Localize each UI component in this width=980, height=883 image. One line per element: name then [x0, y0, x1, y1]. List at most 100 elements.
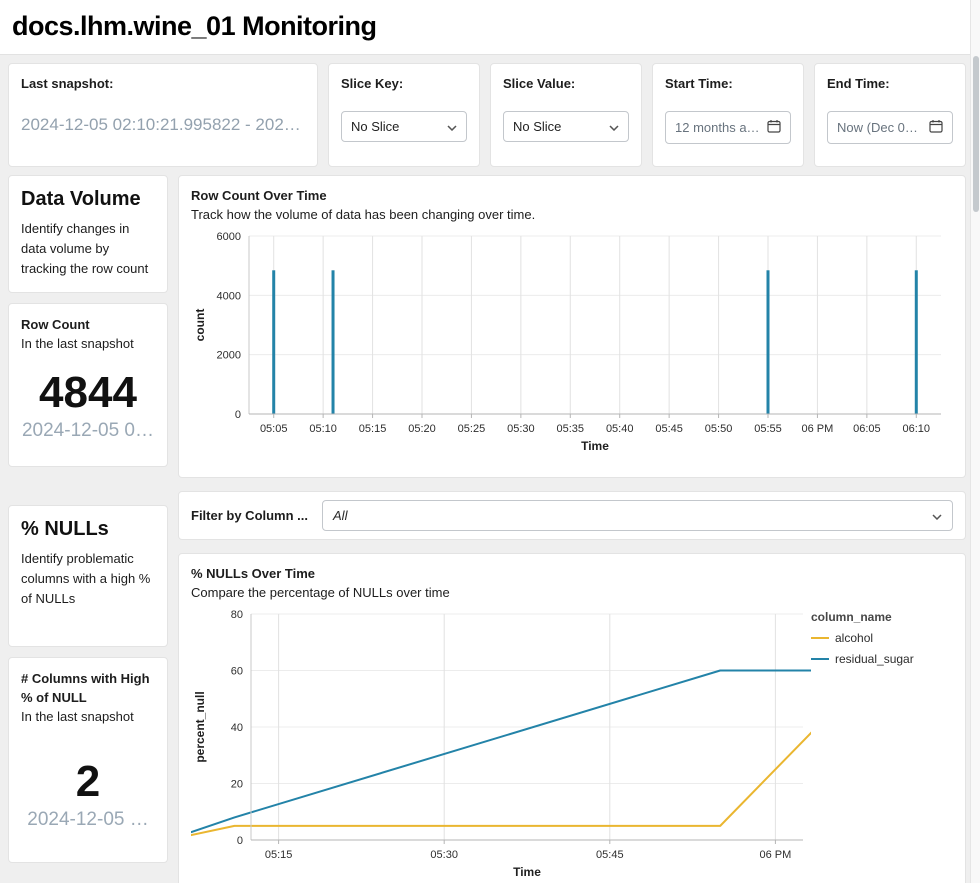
legend-swatch	[811, 637, 829, 639]
row-count-title: Row Count	[21, 316, 155, 335]
last-snapshot-label: Last snapshot:	[21, 76, 305, 91]
svg-text:0: 0	[237, 835, 243, 847]
chevron-down-icon	[932, 508, 942, 523]
slice-value-label: Slice Value:	[503, 76, 629, 91]
svg-text:06 PM: 06 PM	[760, 849, 792, 861]
end-time-card: End Time: Now (Dec 04,…	[814, 63, 966, 167]
vertical-scrollbar[interactable]	[970, 0, 980, 883]
row-count-card: Row Count In the last snapshot 4844 2024…	[8, 303, 168, 467]
legend-item: alcohol	[811, 631, 941, 645]
end-time-input[interactable]: Now (Dec 04,…	[827, 111, 953, 144]
svg-text:20: 20	[231, 779, 243, 791]
chevron-down-icon	[609, 119, 619, 134]
svg-text:6000: 6000	[217, 231, 241, 243]
high-null-columns-timestamp: 2024-12-05 …	[21, 809, 155, 831]
svg-text:05:20: 05:20	[408, 423, 436, 435]
svg-text:05:25: 05:25	[458, 423, 486, 435]
svg-text:count: count	[193, 309, 207, 342]
legend-item: residual_sugar	[811, 652, 941, 666]
scrollbar-thumb[interactable]	[973, 56, 979, 212]
start-time-label: Start Time:	[665, 76, 791, 91]
svg-text:05:15: 05:15	[265, 849, 293, 861]
row-count-subtitle: In the last snapshot	[21, 335, 155, 354]
svg-text:06 PM: 06 PM	[802, 423, 834, 435]
slice-key-label: Slice Key:	[341, 76, 467, 91]
svg-text:Time: Time	[513, 865, 541, 879]
row-count-timestamp: 2024-12-05 0…	[21, 420, 155, 442]
slice-value-card: Slice Value: No Slice	[490, 63, 642, 167]
svg-text:05:05: 05:05	[260, 423, 288, 435]
legend-label: alcohol	[835, 631, 873, 645]
svg-text:percent_null: percent_null	[193, 691, 207, 762]
row-count-chart-title: Row Count Over Time	[191, 188, 953, 203]
page-title: docs.lhm.wine_01 Monitoring	[12, 11, 966, 42]
slice-key-card: Slice Key: No Slice	[328, 63, 480, 167]
nulls-chart-subtitle: Compare the percentage of NULLs over tim…	[191, 585, 953, 600]
slice-value-value: No Slice	[513, 119, 561, 134]
svg-text:06:10: 06:10	[903, 423, 931, 435]
data-volume-title: Data Volume	[21, 188, 155, 211]
svg-text:40: 40	[231, 722, 243, 734]
row-count-chart: 0 2000 4000 6000 05:05 05:10 05:15 05:20 05:25 05…	[191, 228, 951, 460]
svg-text:0: 0	[235, 409, 241, 421]
legend-title: column_name	[811, 610, 941, 624]
svg-text:05:55: 05:55	[754, 423, 782, 435]
nulls-chart: 0 20 40 60 80 05:15 05:30 05:45 06 PM Time percent…	[191, 606, 811, 883]
end-time-value: Now (Dec 04,…	[837, 120, 923, 135]
nulls-title: % NULLs	[21, 518, 155, 541]
svg-text:06:05: 06:05	[853, 423, 881, 435]
filter-value: All	[333, 508, 347, 523]
filter-card: Filter by Column ... All	[178, 491, 966, 540]
svg-text:05:50: 05:50	[705, 423, 733, 435]
last-snapshot-card: Last snapshot: 2024-12-05 02:10:21.99582…	[8, 63, 318, 167]
main-grid: Data Volume Identify changes in data vol…	[8, 175, 966, 883]
nulls-description: Identify problematic columns with a high…	[21, 549, 155, 609]
svg-text:05:45: 05:45	[596, 849, 624, 861]
charts-column: Row Count Over Time Track how the volume…	[178, 175, 966, 883]
high-null-columns-value: 2	[21, 757, 155, 807]
svg-text:2000: 2000	[217, 350, 241, 362]
svg-text:05:10: 05:10	[309, 423, 337, 435]
svg-text:05:40: 05:40	[606, 423, 634, 435]
high-null-columns-card: # Columns with High % of NULL In the las…	[8, 657, 168, 863]
svg-text:05:30: 05:30	[430, 849, 458, 861]
svg-text:80: 80	[231, 609, 243, 621]
svg-text:05:15: 05:15	[359, 423, 387, 435]
start-time-value: 12 months a…	[675, 120, 760, 135]
row-count-chart-subtitle: Track how the volume of data has been ch…	[191, 207, 953, 222]
filter-label: Filter by Column ...	[191, 508, 308, 523]
slice-value-select[interactable]: No Slice	[503, 111, 629, 142]
last-snapshot-value: 2024-12-05 02:10:21.995822 - 2024-1…	[21, 115, 305, 135]
svg-text:05:35: 05:35	[557, 423, 585, 435]
row-count-chart-card: Row Count Over Time Track how the volume…	[178, 175, 966, 478]
sidebar: Data Volume Identify changes in data vol…	[8, 175, 168, 883]
data-volume-card: Data Volume Identify changes in data vol…	[8, 175, 168, 293]
svg-text:05:30: 05:30	[507, 423, 535, 435]
row-count-value: 4844	[21, 368, 155, 418]
chart-legend: column_name alcohol residual_sugar	[811, 606, 941, 673]
slice-key-select[interactable]: No Slice	[341, 111, 467, 142]
page-header: docs.lhm.wine_01 Monitoring	[0, 0, 980, 55]
filter-column-select[interactable]: All	[322, 500, 953, 531]
svg-text:05:45: 05:45	[655, 423, 683, 435]
slice-key-value: No Slice	[351, 119, 399, 134]
legend-label: residual_sugar	[835, 652, 914, 666]
calendar-icon	[767, 119, 781, 136]
start-time-input[interactable]: 12 months a…	[665, 111, 791, 144]
high-null-columns-subtitle: In the last snapshot	[21, 708, 155, 727]
end-time-label: End Time:	[827, 76, 953, 91]
nulls-chart-title: % NULLs Over Time	[191, 566, 953, 581]
svg-text:60: 60	[231, 666, 243, 678]
start-time-card: Start Time: 12 months a…	[652, 63, 804, 167]
legend-swatch	[811, 658, 829, 660]
nulls-chart-card: % NULLs Over Time Compare the percentage…	[178, 553, 966, 883]
controls-row: Last snapshot: 2024-12-05 02:10:21.99582…	[8, 63, 966, 167]
data-volume-description: Identify changes in data volume by track…	[21, 219, 155, 279]
dashboard-content: Last snapshot: 2024-12-05 02:10:21.99582…	[0, 55, 980, 883]
nulls-chart-body: 0 20 40 60 80 05:15 05:30 05:45 06 PM Time percent…	[191, 606, 953, 883]
svg-text:Time: Time	[581, 439, 609, 453]
chevron-down-icon	[447, 119, 457, 134]
nulls-card: % NULLs Identify problematic columns wit…	[8, 505, 168, 647]
high-null-columns-title: # Columns with High % of NULL	[21, 670, 155, 708]
svg-text:4000: 4000	[217, 290, 241, 302]
